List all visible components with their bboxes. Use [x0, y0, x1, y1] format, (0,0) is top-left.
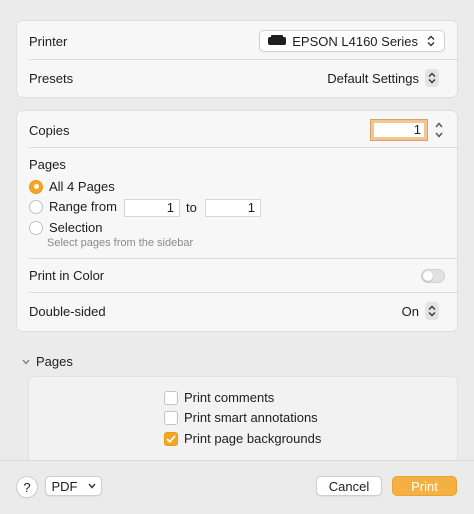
checkmark-icon [164, 431, 178, 446]
radio-selected-icon [29, 179, 43, 194]
printer-label: Printer [29, 33, 68, 49]
radio-selection[interactable]: Selection [29, 220, 102, 235]
radio-label: All 4 Pages [49, 179, 115, 194]
checkbox-print-page-backgrounds[interactable]: Print page backgrounds [164, 431, 321, 446]
copies-input[interactable]: 1 [370, 119, 428, 141]
printer-icon [268, 35, 287, 45]
divider [29, 292, 457, 293]
pdf-label: PDF [51, 478, 78, 494]
divider [29, 59, 457, 60]
checkbox-label: Print comments [184, 390, 275, 405]
printer-settings-card: Printer EPSON L4160 Series Presets Defau… [16, 20, 458, 98]
double-sided-row: Double-sided On [29, 300, 445, 322]
radio-icon [29, 199, 43, 214]
printer-value: EPSON L4160 Series [292, 33, 418, 49]
pdf-menu-button[interactable]: PDF [45, 476, 102, 496]
radio-range[interactable]: Range from [29, 199, 117, 214]
divider [29, 147, 457, 148]
copies-label: Copies [29, 122, 70, 138]
pages-section-toggle[interactable]: Pages [22, 354, 73, 369]
chevron-down-icon [87, 483, 96, 489]
print-options-card: Copies 1 Pages All 4 Pages Range from 1 … [16, 110, 458, 332]
range-to-input[interactable]: 1 [205, 199, 261, 217]
pages-label: Pages [29, 157, 66, 172]
range-from-input[interactable]: 1 [124, 199, 180, 217]
double-sided-select[interactable]: On [394, 300, 445, 322]
print-dialog: Printer EPSON L4160 Series Presets Defau… [0, 0, 474, 514]
selection-hint: Select pages from the sidebar [47, 237, 194, 249]
double-sided-label: Double-sided [29, 303, 106, 319]
chevron-down-icon [22, 359, 30, 364]
checkbox-print-comments[interactable]: Print comments [164, 390, 274, 405]
presets-row: Presets Default Settings [29, 67, 445, 89]
printer-select[interactable]: EPSON L4160 Series [259, 30, 445, 52]
updown-chevron-icon [424, 32, 438, 50]
radio-label: Selection [49, 220, 103, 235]
presets-value: Default Settings [327, 70, 419, 86]
printer-row: Printer EPSON L4160 Series [29, 30, 445, 52]
presets-label: Presets [29, 70, 74, 86]
footer-divider [0, 460, 474, 461]
updown-chevron-icon [425, 302, 439, 320]
presets-select[interactable]: Default Settings [319, 67, 445, 89]
cancel-button[interactable]: Cancel [316, 476, 382, 496]
range-to-label: to [186, 200, 197, 215]
radio-all-pages[interactable]: All 4 Pages [29, 179, 115, 194]
pages-section-title: Pages [36, 354, 73, 369]
checkbox-label: Print smart annotations [184, 410, 318, 425]
checkbox-icon [164, 410, 178, 425]
checkbox-label: Print page backgrounds [184, 431, 322, 446]
radio-icon [29, 220, 43, 235]
checkbox-print-smart-annotations[interactable]: Print smart annotations [164, 410, 318, 425]
help-button[interactable]: ? [16, 476, 38, 498]
copies-stepper[interactable] [433, 119, 445, 141]
print-in-color-row: Print in Color [29, 268, 445, 283]
print-button[interactable]: Print [392, 476, 457, 496]
double-sided-value: On [401, 303, 419, 319]
divider [29, 258, 457, 259]
copies-row: Copies 1 [29, 119, 445, 141]
updown-chevron-icon [425, 69, 439, 87]
radio-label: Range from [49, 199, 117, 214]
print-in-color-label: Print in Color [29, 268, 105, 283]
print-in-color-toggle[interactable] [421, 268, 445, 283]
checkbox-icon [164, 390, 178, 405]
